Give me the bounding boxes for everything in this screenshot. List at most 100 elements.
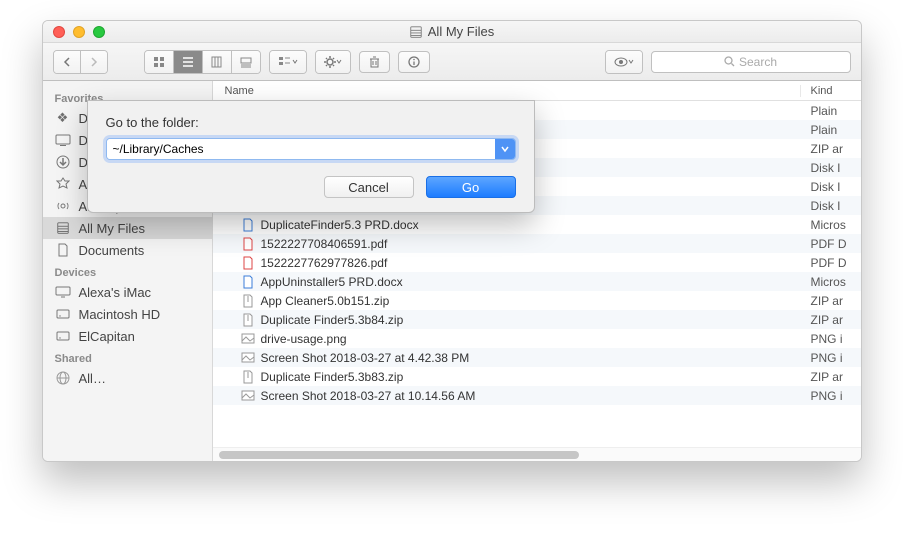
hdd-icon (55, 328, 71, 344)
network-icon (55, 370, 71, 386)
sidebar-item-documents[interactable]: Documents (43, 239, 212, 261)
folder-path-input[interactable] (213, 139, 495, 159)
file-kind: PDF D (801, 237, 861, 251)
quicklook-group (605, 50, 643, 74)
file-row[interactable]: Duplicate Finder5.3b83.zip ZIP ar (213, 367, 861, 386)
coverflow-view-button[interactable] (232, 51, 260, 73)
column-header-kind[interactable]: Kind (801, 85, 861, 97)
file-name: AppUninstaller5 PRD.docx (261, 275, 403, 289)
go-button[interactable]: Go (426, 176, 516, 198)
sidebar-heading-shared: Shared (43, 347, 212, 367)
sidebar-item-imac[interactable]: Alexa's iMac (43, 281, 212, 303)
folder-path-field (213, 138, 516, 160)
desktop-icon (55, 132, 71, 148)
file-name: Duplicate Finder5.3b84.zip (261, 313, 404, 327)
file-kind: ZIP ar (801, 313, 861, 327)
search-field[interactable]: Search (651, 51, 851, 73)
file-name: 1522227762977826.pdf (261, 256, 388, 270)
file-icon (241, 370, 255, 384)
file-row[interactable]: drive-usage.pngPNG i (213, 329, 861, 348)
sidebar-heading-devices: Devices (43, 261, 212, 281)
column-header-row: Name Kind (213, 81, 861, 101)
nav-buttons (53, 50, 108, 74)
action-button[interactable] (316, 51, 350, 73)
file-kind: PNG i (801, 332, 861, 346)
file-list-pane: Name Kind PlainPlainZIP arDisk IDisk Ivs… (213, 81, 861, 461)
all-my-files-icon (409, 25, 423, 39)
sidebar-item-all-my-files[interactable]: All My Files (43, 217, 212, 239)
dropdown-button[interactable] (495, 139, 515, 159)
column-header-name[interactable]: Name (213, 85, 801, 97)
file-row[interactable]: AppUninstaller5 PRD.docx Micros (213, 272, 861, 291)
toolbar: Search (43, 43, 861, 81)
cancel-button[interactable]: Cancel (324, 176, 414, 198)
file-name: Duplicate Finder5.3b83.zip (261, 370, 404, 384)
downloads-icon (55, 154, 71, 170)
list-view-button[interactable] (174, 51, 203, 73)
file-kind: Plain (801, 104, 861, 118)
quicklook-button[interactable] (606, 51, 642, 73)
arrange-group (269, 50, 307, 74)
file-kind: ZIP ar (801, 370, 861, 384)
sidebar-item-macintosh-hd[interactable]: Macintosh HD (43, 303, 212, 325)
file-icon (241, 275, 255, 289)
documents-icon (55, 242, 71, 258)
hdd-icon (55, 306, 71, 322)
airdrop-icon (55, 198, 71, 214)
dialog-label: Go to the folder: (213, 115, 516, 130)
file-name: 1522227708406591.pdf (261, 237, 388, 251)
file-kind: Micros (801, 218, 861, 232)
file-name: App Cleaner5.0b151.zip (261, 294, 390, 308)
file-kind: PDF D (801, 256, 861, 270)
titlebar: All My Files (43, 21, 861, 43)
window-title: All My Files (43, 24, 861, 39)
all-my-files-icon (55, 220, 71, 236)
file-icon (241, 294, 255, 308)
horizontal-scrollbar[interactable] (213, 447, 861, 461)
file-row[interactable]: 1522227762977826.pdf PDF D (213, 253, 861, 272)
file-row[interactable]: Duplicate Finder5.3b84.zip ZIP ar (213, 310, 861, 329)
file-row[interactable]: Screen Shot 2018-03-27 at 4.42.38 PM PNG … (213, 348, 861, 367)
forward-button[interactable] (81, 51, 107, 73)
file-kind: Micros (801, 275, 861, 289)
column-view-button[interactable] (203, 51, 232, 73)
file-row[interactable]: Screen Shot 2018-03-27 at 10.14.56 AM PNG… (213, 386, 861, 405)
file-kind: Disk I (801, 199, 861, 213)
dialog-buttons: Cancel Go (213, 176, 516, 198)
file-row[interactable]: 1522227708406591.pdf PDF D (213, 234, 861, 253)
file-icon (241, 389, 255, 403)
back-button[interactable] (54, 51, 81, 73)
trash-button[interactable] (359, 51, 390, 73)
dropbox-icon: ❖ (55, 110, 71, 126)
go-to-folder-dialog: Go to the folder: Cancel Go (213, 100, 535, 213)
file-kind: Plain (801, 123, 861, 137)
file-icon (241, 237, 255, 251)
file-kind: Disk I (801, 180, 861, 194)
window-title-text: All My Files (428, 24, 494, 39)
imac-icon (55, 284, 71, 300)
search-placeholder: Search (739, 55, 777, 69)
file-kind: PNG i (801, 351, 861, 365)
file-kind: ZIP ar (801, 142, 861, 156)
file-name: DuplicateFinder5.3 PRD.docx (261, 218, 419, 232)
finder-window: All My Files Search (42, 20, 862, 462)
file-kind: Disk I (801, 161, 861, 175)
scrollbar-thumb[interactable] (219, 451, 579, 459)
file-row[interactable]: App Cleaner5.0b151.zip ZIP ar (213, 291, 861, 310)
file-name: Screen Shot 2018-03-27 at 10.14.56 AM (261, 389, 476, 403)
sidebar-item-elcapitan[interactable]: ElCapitan (43, 325, 212, 347)
file-icon (241, 256, 255, 270)
file-kind: PNG i (801, 389, 861, 403)
search-icon (724, 56, 735, 67)
file-name: Screen Shot 2018-03-27 at 4.42.38 PM (261, 351, 470, 365)
file-icon (241, 218, 255, 232)
arrange-button[interactable] (270, 51, 306, 73)
file-icon (241, 332, 255, 346)
action-group (315, 50, 351, 74)
sidebar-item-all-shared[interactable]: All… (43, 367, 212, 389)
view-buttons (144, 50, 261, 74)
info-button[interactable] (398, 51, 430, 73)
icon-view-button[interactable] (145, 51, 174, 73)
file-kind: ZIP ar (801, 294, 861, 308)
file-row[interactable]: DuplicateFinder5.3 PRD.docx Micros (213, 215, 861, 234)
